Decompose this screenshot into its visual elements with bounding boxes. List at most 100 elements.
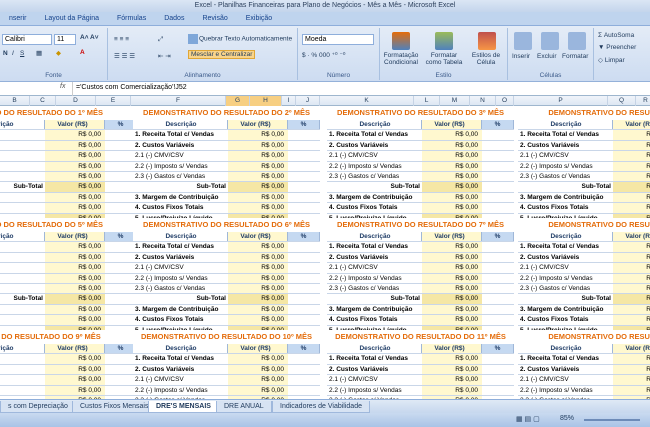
row-value[interactable]: R$ 0,00 — [45, 315, 105, 325]
row-value[interactable]: R$ 0,00 — [228, 161, 288, 171]
row-description[interactable]: Sub-Total — [327, 182, 422, 192]
row-percent[interactable] — [288, 172, 320, 181]
row-description[interactable]: Contribuição — [0, 192, 45, 203]
format-table-icon[interactable] — [435, 32, 453, 50]
underline-icon[interactable]: S — [20, 50, 24, 57]
row-description[interactable]: 2.2 (-) Imposto s/ Vendas — [327, 161, 422, 171]
row-value[interactable]: R$ 0,00 — [613, 263, 650, 273]
dre-row[interactable]: 1. Receita Total c/ VendasR$ 0,00 — [518, 130, 650, 141]
row-value[interactable]: R$ 0,00 — [422, 130, 482, 140]
row-percent[interactable] — [288, 284, 320, 293]
row-value[interactable]: R$ 0,00 — [422, 252, 482, 263]
row-value[interactable]: R$ 0,00 — [613, 182, 650, 192]
dre-row[interactable]: 2.2 (-) Imposto s/ VendasR$ 0,00 — [518, 161, 650, 172]
row-value[interactable]: R$ 0,00 — [613, 273, 650, 283]
ribbon-tab[interactable]: Exibição — [237, 12, 281, 26]
row-percent[interactable] — [482, 375, 514, 384]
dre-row[interactable]: 3. Margem de ContribuiçãoR$ 0,00 — [133, 304, 320, 316]
row-value[interactable]: R$ 0,00 — [228, 140, 288, 151]
column-header[interactable]: F — [131, 96, 226, 106]
insert-cells-icon[interactable] — [514, 32, 532, 50]
row-value[interactable]: R$ 0,00 — [228, 182, 288, 192]
zoom-level[interactable]: 85% — [560, 415, 574, 422]
dre-row[interactable]: Sub-TotalR$ 0,00 — [0, 182, 137, 193]
row-value[interactable]: R$ 0,00 — [45, 161, 105, 171]
dre-row[interactable]: 2. Custos VariáveisR$ 0,00 — [518, 252, 650, 264]
row-description[interactable]: 2.2 (-) Imposto s/ Vendas — [327, 273, 422, 283]
dre-row[interactable]: 1. Receita Total c/ VendasR$ 0,00 — [133, 242, 320, 253]
row-value[interactable]: R$ 0,00 — [613, 385, 650, 395]
row-value[interactable]: R$ 0,00 — [45, 182, 105, 192]
dre-row[interactable]: 2. Custos VariáveisR$ 0,00 — [133, 364, 320, 376]
dre-row[interactable]: 1. Receita Total c/ VendasR$ 0,00 — [133, 354, 320, 365]
row-value[interactable]: R$ 0,00 — [228, 354, 288, 364]
dre-row[interactable]: 2.1 (-) CMV/CSVR$ 0,00 — [518, 151, 650, 162]
dre-row[interactable]: 3. Margem de ContribuiçãoR$ 0,00 — [133, 192, 320, 204]
row-percent[interactable] — [482, 386, 514, 395]
row-value[interactable]: R$ 0,00 — [422, 161, 482, 171]
row-percent[interactable] — [482, 151, 514, 160]
dre-row[interactable]: 1. Receita Total c/ VendasR$ 0,00 — [133, 130, 320, 141]
currency-icon[interactable]: $ · % 000 ⁺⁰ ⁻⁰ — [302, 51, 346, 59]
sheet-tab[interactable]: Indicadores de Viabilidade — [272, 401, 370, 413]
row-value[interactable]: R$ 0,00 — [45, 375, 105, 385]
sheet-tab[interactable]: s com Depreciação — [0, 401, 76, 413]
row-description[interactable]: 2. Custos Variáveis — [518, 252, 613, 263]
row-value[interactable]: R$ 0,00 — [422, 192, 482, 203]
cell-styles-icon[interactable] — [478, 32, 496, 50]
dre-row[interactable]: 4. Custos Fixos TotaisR$ 0,00 — [327, 315, 514, 326]
dre-row[interactable]: 2.2 (-) Imposto s/ VendasR$ 0,00 — [327, 385, 514, 396]
row-description[interactable]: 2.3 (-) Gastos c/ Vendas — [133, 283, 228, 294]
dre-row[interactable]: R$ 0,00 — [0, 252, 137, 264]
row-value[interactable]: R$ 0,00 — [422, 171, 482, 182]
ribbon-tab[interactable]: Layout da Página — [36, 12, 109, 26]
row-value[interactable]: R$ 0,00 — [228, 151, 288, 161]
row-description[interactable]: Vendas — [0, 171, 45, 182]
zoom-slider[interactable] — [584, 419, 640, 421]
row-value[interactable]: R$ 0,00 — [228, 375, 288, 385]
column-header[interactable]: I — [282, 96, 296, 106]
row-description[interactable]: 2. Custos Variáveis — [327, 252, 422, 263]
dre-row[interactable]: VendasR$ 0,00 — [0, 283, 137, 295]
delete-label[interactable]: Excluir — [537, 53, 557, 60]
row-description[interactable]: 2.2 (-) Imposto s/ Vendas — [133, 273, 228, 283]
row-description[interactable] — [0, 263, 45, 273]
row-percent[interactable] — [288, 141, 320, 150]
dre-row[interactable]: 2. Custos VariáveisR$ 0,00 — [327, 364, 514, 376]
row-value[interactable]: R$ 0,00 — [45, 140, 105, 151]
dre-row[interactable]: 2.2 (-) Imposto s/ VendasR$ 0,00 — [327, 161, 514, 172]
dre-row[interactable]: ContribuiçãoR$ 0,00 — [0, 192, 137, 204]
row-description[interactable]: 4. Custos Fixos Totais — [327, 315, 422, 325]
dre-row[interactable]: R$ 0,00 — [0, 151, 137, 162]
row-description[interactable]: Sub-Total — [518, 294, 613, 304]
row-description[interactable]: 2.1 (-) CMV/CSV — [133, 375, 228, 385]
row-description[interactable] — [0, 364, 45, 375]
row-description[interactable]: 1. Receita Total c/ Vendas — [327, 242, 422, 252]
row-percent[interactable] — [482, 253, 514, 262]
row-value[interactable]: R$ 0,00 — [613, 252, 650, 263]
row-value[interactable]: R$ 0,00 — [228, 252, 288, 263]
row-value[interactable]: R$ 0,00 — [613, 242, 650, 252]
row-percent[interactable] — [288, 130, 320, 139]
align-center-icon[interactable]: ☰ ☰ ☰ — [114, 52, 135, 60]
row-value[interactable]: R$ 0,00 — [228, 273, 288, 283]
row-description[interactable]: 3. Margem de Contribuição — [133, 304, 228, 315]
dre-row[interactable]: 3. Margem de ContribuiçãoR$ 0,00 — [518, 304, 650, 316]
row-description[interactable] — [0, 252, 45, 263]
merge-center-button[interactable]: Mesclar e Centralizar — [188, 50, 256, 59]
row-description[interactable]: 2.1 (-) CMV/CSV — [518, 263, 613, 273]
dre-row[interactable]: 2.2 (-) Imposto s/ VendasR$ 0,00 — [518, 385, 650, 396]
row-percent[interactable] — [482, 354, 514, 363]
dre-row[interactable]: Sub-TotalR$ 0,00 — [518, 294, 650, 305]
dre-row[interactable]: 1. Receita Total c/ VendasR$ 0,00 — [518, 242, 650, 253]
sheet-tab[interactable]: DRE'S MENSAIS — [148, 401, 219, 413]
row-description[interactable]: 3. Margem de Contribuição — [518, 304, 613, 315]
row-description[interactable]: 2.3 (-) Gastos c/ Vendas — [327, 283, 422, 294]
fill-button[interactable]: ▼ Preencher — [598, 44, 636, 51]
row-description[interactable]: Sub-Total — [327, 294, 422, 304]
dre-row[interactable]: 1. Receita Total c/ VendasR$ 0,00 — [327, 130, 514, 141]
row-percent[interactable] — [482, 263, 514, 272]
row-description[interactable]: Vendas — [0, 130, 45, 140]
row-description[interactable]: 2.1 (-) CMV/CSV — [327, 151, 422, 161]
row-value[interactable]: R$ 0,00 — [422, 203, 482, 213]
